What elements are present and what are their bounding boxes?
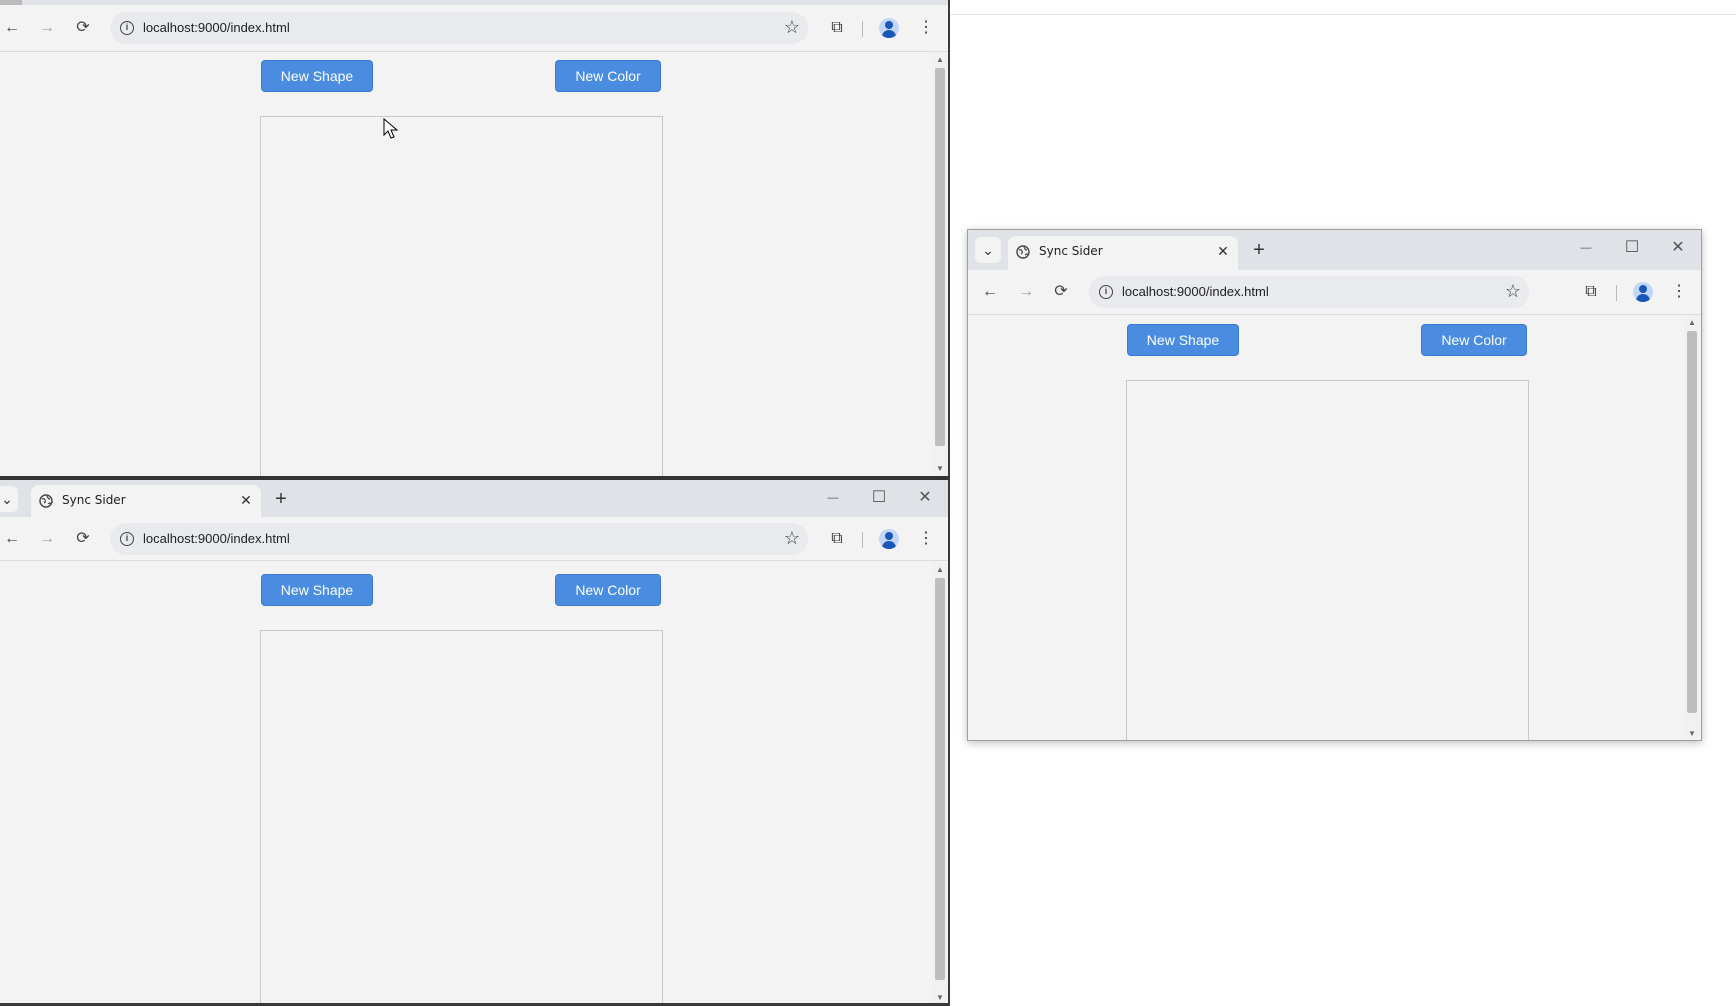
menu-icon[interactable]: ⋮ [916,18,936,38]
tab-title: Sync Sider [62,493,126,507]
vertical-scrollbar[interactable]: ▲ ▼ [932,562,948,1006]
forward-icon[interactable]: → [37,18,57,38]
tab-sync-sider[interactable]: Sync Sider ✕ [31,485,261,517]
address-bar[interactable]: i localhost:9000/index.html ☆ [1089,276,1529,308]
vertical-scrollbar[interactable]: ▲ ▼ [932,52,948,477]
toolbar: ← → ⟳ i localhost:9000/index.html ☆ ⧉ ⋮ [0,6,948,52]
close-window-icon[interactable]: ✕ [1668,238,1688,258]
profile-avatar-icon[interactable] [879,18,899,38]
info-icon[interactable]: i [1099,285,1113,299]
bookmark-star-icon[interactable]: ☆ [784,528,800,548]
page-content: New Shape New Color ▲ ▼ [0,52,948,477]
address-url: localhost:9000/index.html [143,531,290,546]
toolbar-separator [862,532,863,548]
scroll-up-icon[interactable]: ▲ [1688,319,1696,327]
mouse-cursor-icon [383,118,399,139]
bookmark-star-icon[interactable]: ☆ [1505,281,1521,301]
close-tab-icon[interactable]: ✕ [1216,244,1230,258]
maximize-icon[interactable]: ☐ [869,488,889,508]
page-content: New Shape New Color ▲ ▼ [0,562,948,1006]
tab-search-button[interactable]: ⌄ [0,486,18,512]
scrollbar-thumb[interactable] [1687,331,1697,713]
shape-canvas[interactable] [260,630,663,1006]
menu-icon[interactable]: ⋮ [916,529,936,549]
bookmark-star-icon[interactable]: ☆ [784,17,800,37]
forward-icon[interactable]: → [37,529,57,549]
close-tab-icon[interactable]: ✕ [239,493,253,507]
scroll-down-icon[interactable]: ▼ [936,465,944,473]
back-icon[interactable]: ← [980,282,1000,302]
menu-icon[interactable]: ⋮ [1669,282,1689,302]
toolbar: ← → ⟳ i localhost:9000/index.html ☆ ⧉ ⋮ [968,270,1701,315]
info-icon[interactable]: i [120,532,134,546]
reload-icon[interactable]: ⟳ [73,529,93,549]
minimize-icon[interactable]: — [823,488,843,508]
close-window-icon[interactable]: ✕ [915,488,935,508]
screen-split-line [948,0,950,1006]
new-shape-button[interactable]: New Shape [1127,324,1239,356]
new-color-button[interactable]: New Color [1421,324,1527,356]
minimize-icon[interactable]: — [1576,238,1596,258]
reload-icon[interactable]: ⟳ [73,18,93,38]
active-tab-edge [0,0,22,5]
scroll-up-icon[interactable]: ▲ [936,566,944,574]
info-icon[interactable]: i [120,21,134,35]
browser-window-top-left: ← → ⟳ i localhost:9000/index.html ☆ ⧉ ⋮ … [0,0,948,477]
new-shape-button[interactable]: New Shape [261,60,373,92]
tab-strip: ⌄ Sync Sider ✕ + — ☐ ✕ [968,230,1701,270]
chevron-down-icon: ⌄ [982,242,994,258]
new-color-button[interactable]: New Color [555,60,661,92]
scrollbar-thumb[interactable] [935,578,945,980]
browser-window-bottom-left: ⌄ Sync Sider ✕ + — ☐ ✕ ← → ⟳ i localhost… [0,480,948,1006]
shape-canvas[interactable] [1126,380,1529,740]
back-icon[interactable]: ← [2,529,22,549]
back-icon[interactable]: ← [2,18,22,38]
address-url: localhost:9000/index.html [143,20,290,35]
globe-icon [1016,245,1030,259]
tabstrip-edge [0,0,948,5]
extensions-icon[interactable]: ⧉ [1581,282,1601,302]
maximize-icon[interactable]: ☐ [1622,238,1642,258]
toolbar-separator [1616,285,1617,301]
forward-icon[interactable]: → [1016,282,1036,302]
desktop: ← → ⟳ i localhost:9000/index.html ☆ ⧉ ⋮ … [0,0,1736,1006]
extensions-icon[interactable]: ⧉ [827,529,847,549]
address-url: localhost:9000/index.html [1122,284,1269,299]
reload-icon[interactable]: ⟳ [1051,282,1071,302]
shape-canvas[interactable] [260,116,663,477]
page-content: New Shape New Color ▲ ▼ [968,315,1701,740]
vertical-scrollbar[interactable]: ▲ ▼ [1684,315,1700,740]
tab-title: Sync Sider [1039,244,1103,258]
address-bar[interactable]: i localhost:9000/index.html ☆ [110,12,808,44]
chevron-down-icon: ⌄ [1,491,13,507]
globe-icon [39,494,53,508]
profile-avatar-icon[interactable] [879,529,899,549]
tab-sync-sider[interactable]: Sync Sider ✕ [1008,236,1238,270]
address-bar[interactable]: i localhost:9000/index.html ☆ [110,523,808,555]
tab-search-button[interactable]: ⌄ [975,237,1001,263]
toolbar-separator [862,21,863,37]
browser-window-right: ⌄ Sync Sider ✕ + — ☐ ✕ ← → ⟳ i localhost… [967,229,1702,741]
tab-strip: ⌄ Sync Sider ✕ + — ☐ ✕ [0,480,948,517]
new-tab-icon[interactable]: + [1250,240,1268,260]
profile-avatar-icon[interactable] [1633,282,1653,302]
scroll-up-icon[interactable]: ▲ [936,56,944,64]
new-tab-icon[interactable]: + [272,489,290,509]
extensions-icon[interactable]: ⧉ [827,18,847,38]
scroll-down-icon[interactable]: ▼ [936,994,944,1002]
toolbar: ← → ⟳ i localhost:9000/index.html ☆ ⧉ ⋮ [0,517,948,561]
scrollbar-thumb[interactable] [935,68,945,446]
background-divider [950,14,1736,15]
new-shape-button[interactable]: New Shape [261,574,373,606]
scroll-down-icon[interactable]: ▼ [1688,730,1696,738]
new-color-button[interactable]: New Color [555,574,661,606]
